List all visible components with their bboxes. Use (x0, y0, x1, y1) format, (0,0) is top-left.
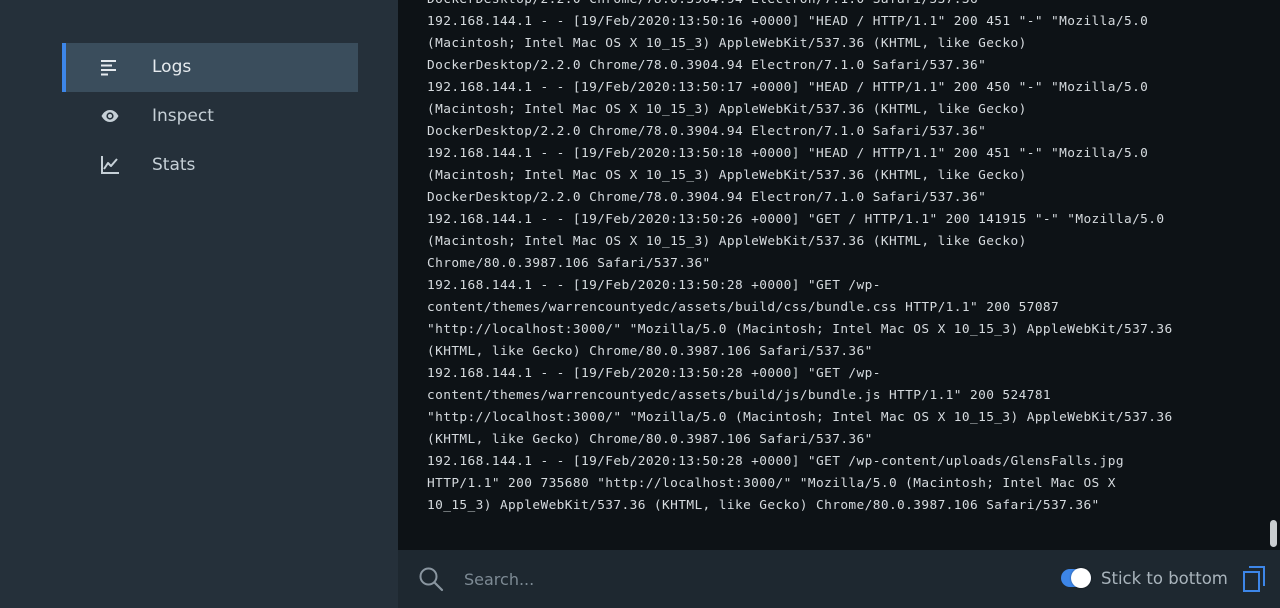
sidebar: Logs Inspect Stats (0, 0, 398, 608)
log-line: 192.168.144.1 - - [19/Feb/2020:13:50:16 … (427, 14, 1149, 29)
copy-icon[interactable] (1241, 565, 1267, 593)
log-line: 192.168.144.1 - - [19/Feb/2020:13:50:28 … (427, 454, 1124, 469)
log-line: DockerDesktop/2.2.0 Chrome/78.0.3904.94 … (427, 58, 987, 73)
log-line: (Macintosh; Intel Mac OS X 10_15_3) Appl… (427, 102, 1027, 117)
sidebar-item-logs[interactable]: Logs (62, 43, 358, 92)
sidebar-item-inspect[interactable]: Inspect (62, 92, 358, 141)
stick-to-bottom-label: Stick to bottom (1101, 569, 1228, 588)
eye-icon (101, 110, 119, 122)
log-line: "http://localhost:3000/" "Mozilla/5.0 (M… (427, 410, 1173, 425)
search-input[interactable] (464, 567, 864, 591)
container-logs-view: Logs Inspect Stats DockerDesktop/2.2.0 (0, 0, 1280, 608)
log-line: Chrome/80.0.3987.106 Safari/537.36" (427, 256, 711, 271)
log-line: 192.168.144.1 - - [19/Feb/2020:13:50:17 … (427, 80, 1149, 95)
log-line: (Macintosh; Intel Mac OS X 10_15_3) Appl… (427, 234, 1027, 249)
sidebar-item-label: Stats (152, 155, 196, 175)
log-line: DockerDesktop/2.2.0 Chrome/78.0.3904.94 … (427, 190, 987, 205)
log-toolbar: Stick to bottom (398, 550, 1280, 608)
sidebar-item-label: Inspect (152, 106, 214, 126)
log-line: (Macintosh; Intel Mac OS X 10_15_3) Appl… (427, 168, 1027, 183)
log-line: 192.168.144.1 - - [19/Feb/2020:13:50:28 … (427, 278, 881, 293)
log-line: 192.168.144.1 - - [19/Feb/2020:13:50:26 … (427, 212, 1165, 227)
chart-line-icon (101, 156, 119, 174)
log-line: DockerDesktop/2.2.0 Chrome/78.0.3904.94 … (427, 0, 986, 7)
log-output-panel[interactable]: DockerDesktop/2.2.0 Chrome/78.0.3904.94 … (398, 0, 1280, 550)
log-line: (KHTML, like Gecko) Chrome/80.0.3987.106… (427, 432, 873, 447)
sidebar-item-stats[interactable]: Stats (62, 141, 358, 190)
log-line: (KHTML, like Gecko) Chrome/80.0.3987.106… (427, 344, 873, 359)
log-line: 10_15_3) AppleWebKit/537.36 (KHTML, like… (427, 498, 1100, 513)
log-line: 192.168.144.1 - - [19/Feb/2020:13:50:28 … (427, 366, 881, 381)
log-line: DockerDesktop/2.2.0 Chrome/78.0.3904.94 … (427, 124, 987, 139)
log-line: "http://localhost:3000/" "Mozilla/5.0 (M… (427, 322, 1173, 337)
log-line: (Macintosh; Intel Mac OS X 10_15_3) Appl… (427, 36, 1027, 51)
log-line: content/themes/warrencountyedc/assets/bu… (427, 300, 1060, 315)
logs-icon (101, 60, 116, 76)
log-output-text: DockerDesktop/2.2.0 Chrome/78.0.3904.94 … (427, 0, 1173, 517)
log-line: 192.168.144.1 - - [19/Feb/2020:13:50:18 … (427, 146, 1149, 161)
sidebar-item-label: Logs (152, 57, 192, 77)
scrollbar-thumb[interactable] (1270, 520, 1277, 547)
toggle-knob (1071, 568, 1091, 588)
log-scrollbar[interactable] (1267, 0, 1280, 550)
stick-to-bottom-toggle[interactable] (1061, 568, 1091, 588)
search-icon (419, 567, 444, 592)
sidebar-nav: Logs Inspect Stats (62, 43, 358, 190)
log-line: content/themes/warrencountyedc/assets/bu… (427, 388, 1052, 403)
log-line: HTTP/1.1" 200 735680 "http://localhost:3… (427, 476, 1116, 491)
